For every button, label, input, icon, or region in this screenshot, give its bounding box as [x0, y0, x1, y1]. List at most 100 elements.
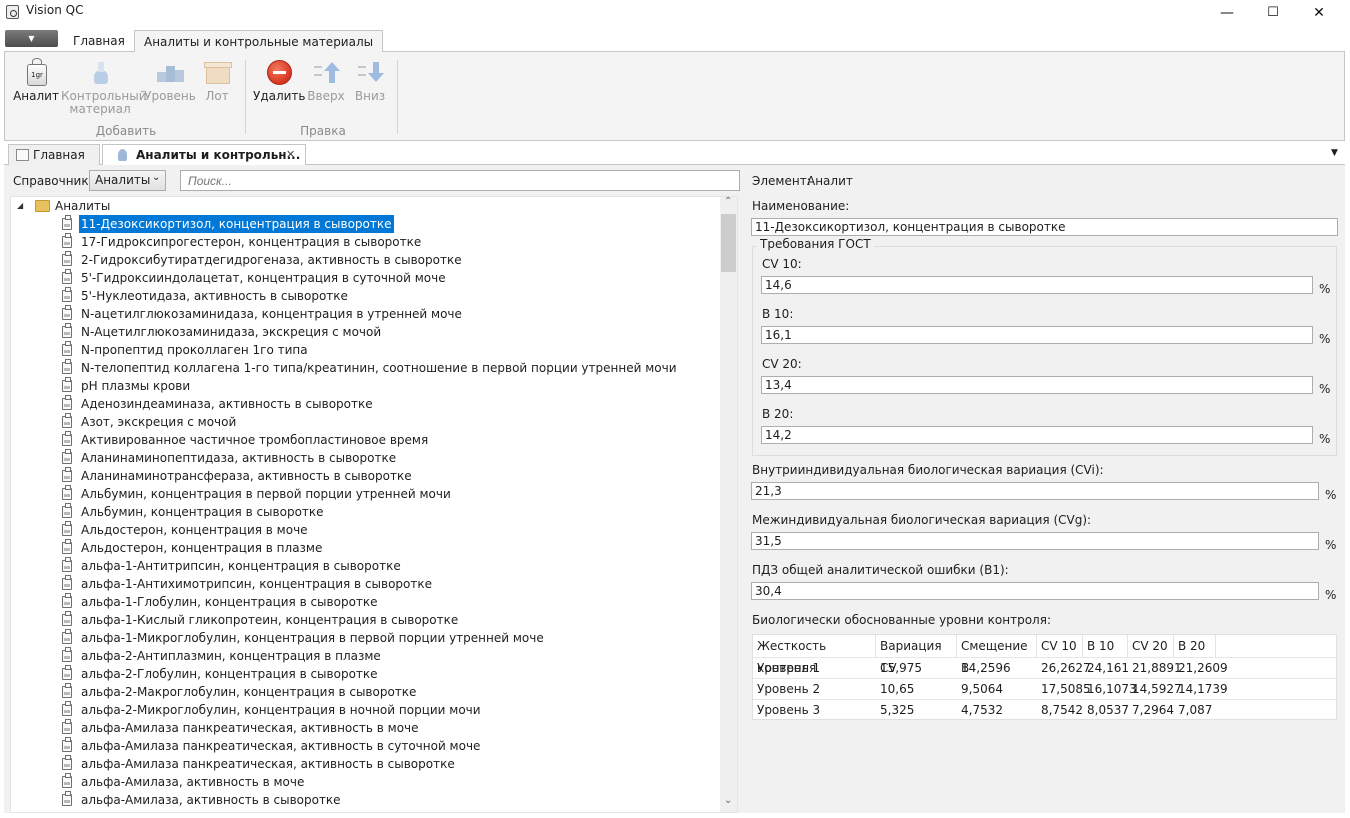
tree-item[interactable]: альфа-2-Глобулин, концентрация в сыворот…	[11, 665, 711, 683]
doc-tab-analytes[interactable]: Аналиты и контрольн... ✕	[102, 144, 306, 165]
tree-item[interactable]: Альдостерон, концентрация в моче	[11, 521, 711, 539]
tree-item[interactable]: 2-Гидроксибутиратдегидрогеназа, активнос…	[11, 251, 711, 269]
tree-item[interactable]: альфа-Амилаза панкреатическая, активност…	[11, 755, 711, 773]
dictionary-select[interactable]: Аналиты ⌄	[89, 170, 166, 191]
ribbon-tab-analytes[interactable]: Аналиты и контрольные материалы	[134, 30, 384, 52]
tree-item[interactable]: Аланинаминопептидаза, активность в сывор…	[11, 449, 711, 467]
ribbon-tab-home[interactable]: Главная	[64, 30, 134, 52]
move-up-button[interactable]: Вверх	[307, 58, 345, 103]
group-separator	[397, 60, 398, 134]
tree-expander-icon[interactable]: ◢	[17, 197, 23, 215]
gost-group-title: Требования ГОСТ	[757, 237, 874, 251]
levels-cell: 5,325	[880, 703, 915, 717]
weight-icon: 1gr	[22, 58, 50, 86]
tree-item-label: альфа-2-Глобулин, концентрация в сыворот…	[81, 667, 378, 681]
search-input[interactable]	[180, 170, 740, 191]
tree-item[interactable]: N-ацетилглюкозаминидаза, концентрация в …	[11, 305, 711, 323]
cvi-field[interactable]: 21,3	[751, 482, 1319, 500]
levels-cell: 14,5927	[1132, 682, 1182, 696]
doc-tab-home[interactable]: Главная	[8, 144, 100, 165]
app-menu-button[interactable]: ▼	[5, 30, 58, 47]
add-lot-button[interactable]: Лот	[199, 58, 235, 103]
tree-item[interactable]: альфа-2-Макроглобулин, концентрация в сы…	[11, 683, 711, 701]
minimize-button[interactable]: —	[1204, 0, 1250, 26]
move-down-label: Вниз	[354, 89, 386, 103]
bottle-icon	[62, 701, 72, 716]
scroll-up-icon[interactable]: ⌃	[724, 196, 732, 207]
bottle-icon	[62, 395, 72, 410]
tree-item[interactable]: Альбумин, концентрация в сыворотке	[11, 503, 711, 521]
levels-cell: 16,1073	[1087, 682, 1137, 696]
bottle-icon	[62, 557, 72, 572]
levels-row[interactable]: Уровень 2 10,65 9,5064 17,5085 16,1073 14,592…	[753, 678, 1338, 699]
delete-button[interactable]: Удалить	[253, 58, 306, 103]
name-field[interactable]: 11-Дезоксикортизол, концентрация в сывор…	[751, 218, 1338, 236]
tree-scroll-thumb[interactable]	[721, 214, 736, 272]
group-separator	[245, 60, 246, 134]
tree-item[interactable]: pH плазмы крови	[11, 377, 711, 395]
add-level-button[interactable]: Уровень	[143, 58, 197, 103]
levels-column-header[interactable]: CV 10	[1037, 635, 1083, 657]
tree-item[interactable]: альфа-1-Микроглобулин, концентрация в пе…	[11, 629, 711, 647]
levels-column-header[interactable]: CV 20	[1128, 635, 1174, 657]
scroll-down-icon[interactable]: ⌄	[724, 795, 732, 806]
percent-sign: %	[1325, 538, 1337, 552]
cvg-field[interactable]: 31,5	[751, 532, 1319, 550]
bottle-icon	[62, 449, 72, 464]
tree-item[interactable]: 17-Гидроксипрогестерон, концентрация в с…	[11, 233, 711, 251]
tree-item[interactable]: альфа-2-Микроглобулин, концентрация в но…	[11, 701, 711, 719]
tree-item[interactable]: альфа-2-Антиплазмин, концентрация в плаз…	[11, 647, 711, 665]
levels-column-header[interactable]: B 10	[1083, 635, 1128, 657]
tree-item[interactable]: N-пропептид проколлаген 1го типа	[11, 341, 711, 359]
tab-overflow-icon[interactable]: ▼	[1331, 148, 1338, 158]
tree-item[interactable]: альфа-Амилаза, активность в сыворотке	[11, 791, 711, 809]
add-analyte-button[interactable]: 1gr Аналит	[13, 58, 59, 103]
levels-row[interactable]: Уровень 1 15,975 14,2596 26,2627 24,161 21,88…	[753, 657, 1338, 678]
tree-item[interactable]: 5'-Гидроксииндолацетат, концентрация в с…	[11, 269, 711, 287]
cv20-field[interactable]: 13,4	[761, 376, 1313, 394]
tree-item[interactable]: альфа-Амилаза панкреатическая, активност…	[11, 737, 711, 755]
close-window-button[interactable]: ✕	[1296, 0, 1342, 26]
levels-column-header[interactable]: B 20	[1174, 635, 1216, 657]
tree-item[interactable]: альфа-Амилаза, активность в моче	[11, 773, 711, 791]
b10-field[interactable]: 16,1	[761, 326, 1313, 344]
b1-field[interactable]: 30,4	[751, 582, 1319, 600]
tree-item[interactable]: альфа-1-Антитрипсин, концентрация в сыво…	[11, 557, 711, 575]
tree-item[interactable]: 5'-Нуклеотидаза, активность в сыворотке	[11, 287, 711, 305]
flask-icon	[118, 149, 127, 161]
levels-column-header[interactable]: Смещение B	[957, 635, 1037, 675]
bottle-icon	[62, 359, 72, 374]
levels-row[interactable]: Уровень 3 5,325 4,7532 8,7542 8,0537 7,2964 7,…	[753, 699, 1338, 720]
levels-cell: 8,7542	[1041, 703, 1083, 717]
tree-item[interactable]: Активированное частичное тромбопластинов…	[11, 431, 711, 449]
tree-item[interactable]: Альдостерон, концентрация в плазме	[11, 539, 711, 557]
tree-item[interactable]: Аденозиндеаминаза, активность в сыворотк…	[11, 395, 711, 413]
bottle-icon	[62, 485, 72, 500]
b20-field[interactable]: 14,2	[761, 426, 1313, 444]
levels-column-header[interactable]: Вариация CV	[876, 635, 957, 675]
tree-item[interactable]: Азот, экскреция с мочой	[11, 413, 711, 431]
move-down-button[interactable]: Вниз	[351, 58, 389, 103]
analyte-tree[interactable]: ◢ Аналиты 11-Дезоксикортизол, концентрац…	[10, 196, 738, 813]
close-tab-icon[interactable]: ✕	[286, 145, 295, 165]
levels-column-header[interactable]: Жесткость контроля	[753, 635, 876, 675]
tree-item-label: N-пропептид проколлаген 1го типа	[81, 343, 308, 357]
tree-item[interactable]: Альбумин, концентрация в первой порции у…	[11, 485, 711, 503]
tree-item[interactable]: Аланинаминотрансфераза, активность в сыв…	[11, 467, 711, 485]
tree-item[interactable]: 11-Дезоксикортизол, концентрация в сывор…	[11, 215, 711, 233]
tree-item-label: альфа-Амилаза панкреатическая, активност…	[81, 739, 481, 753]
tree-item[interactable]: альфа-1-Глобулин, концентрация в сыворот…	[11, 593, 711, 611]
tree-root[interactable]: ◢ Аналиты	[11, 197, 711, 215]
add-control-material-button[interactable]: Контрольный материал	[61, 58, 147, 116]
bottle-icon	[62, 233, 72, 248]
maximize-button[interactable]: ☐	[1250, 0, 1296, 26]
arrow-down-icon	[356, 58, 384, 86]
tree-item[interactable]: N-телопептид коллагена 1-го типа/креатин…	[11, 359, 711, 377]
ribbon-panel: 1gr Аналит Контрольный материал Уровень …	[4, 51, 1345, 141]
tree-item[interactable]: N-Ацетилглюкозаминидаза, экскреция с моч…	[11, 323, 711, 341]
tree-item[interactable]: альфа-1-Кислый гликопротеин, концентраци…	[11, 611, 711, 629]
tree-scrollbar[interactable]	[720, 197, 737, 812]
cv10-field[interactable]: 14,6	[761, 276, 1313, 294]
tree-item[interactable]: альфа-Амилаза панкреатическая, активност…	[11, 719, 711, 737]
tree-item[interactable]: альфа-1-Антихимотрипсин, концентрация в …	[11, 575, 711, 593]
